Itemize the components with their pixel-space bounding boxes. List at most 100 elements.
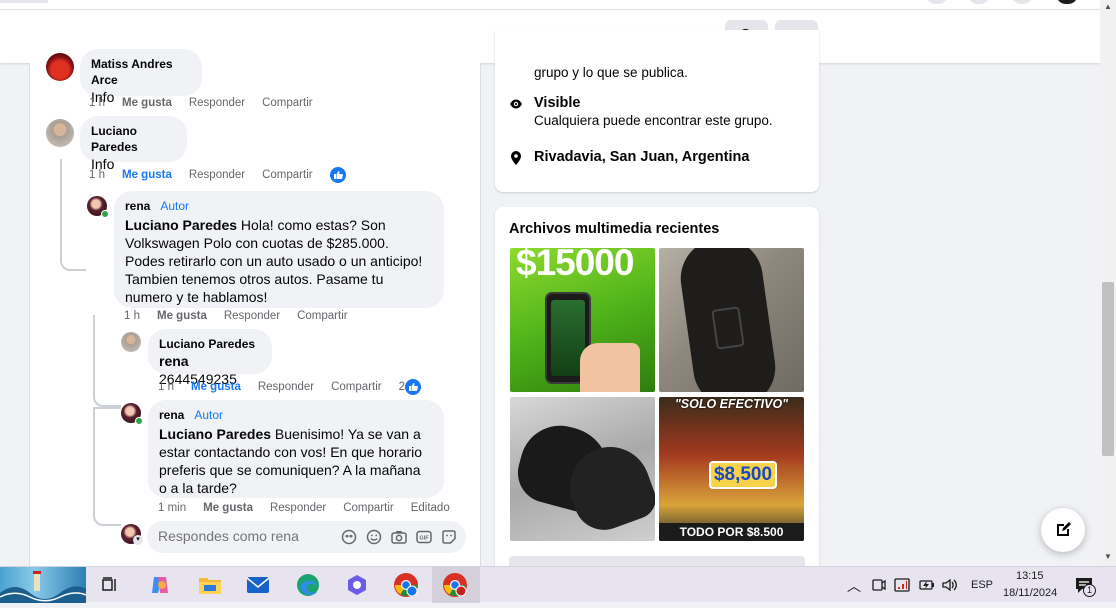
comment-time[interactable]: 1 h bbox=[89, 169, 105, 181]
like-reaction-icon[interactable] bbox=[405, 379, 421, 395]
mention-link[interactable]: Luciano Paredes bbox=[159, 426, 271, 442]
scroll-up-arrow[interactable]: ▲ bbox=[1104, 2, 1112, 11]
location-row: Rivadavia, San Juan, Argentina bbox=[509, 149, 749, 166]
comment-time[interactable]: 1 h bbox=[89, 97, 105, 109]
chevron-down-icon[interactable]: ▾ bbox=[133, 535, 143, 545]
comment-actions: 1 h Me gusta Responder Compartir bbox=[89, 167, 363, 183]
copilot-icon[interactable] bbox=[146, 571, 174, 599]
edge-browser-icon[interactable] bbox=[294, 571, 322, 599]
share-button[interactable]: Compartir bbox=[331, 381, 381, 393]
avatar-sticker-icon[interactable] bbox=[340, 528, 358, 546]
like-button[interactable]: Me gusta bbox=[122, 97, 172, 109]
reply-button[interactable]: Responder bbox=[189, 97, 245, 109]
camera-icon[interactable] bbox=[390, 528, 408, 546]
shoe-detail bbox=[711, 306, 745, 350]
see-all-button[interactable] bbox=[509, 556, 805, 566]
like-button[interactable]: Me gusta bbox=[157, 310, 207, 322]
comment-time[interactable]: 1 h bbox=[158, 381, 174, 393]
location-text[interactable]: Rivadavia, San Juan, Argentina bbox=[534, 149, 749, 166]
thumb-up-shape bbox=[333, 171, 343, 179]
comment-time[interactable]: 1 min bbox=[158, 502, 186, 514]
thread-line bbox=[60, 159, 86, 271]
avatar[interactable] bbox=[46, 53, 74, 81]
edited-label[interactable]: Editado bbox=[411, 502, 450, 514]
reply-input[interactable] bbox=[158, 528, 328, 544]
author-badge: Autor bbox=[194, 408, 224, 422]
comment-time[interactable]: 1 h bbox=[124, 310, 140, 322]
notification-center-icon[interactable]: 1 bbox=[1074, 576, 1096, 599]
show-hidden-icons[interactable]: ︿ bbox=[847, 576, 861, 596]
clock-time[interactable]: 13:15 bbox=[1016, 570, 1044, 582]
comment-actions: 1 h Me gusta Responder Compartir 2 bbox=[158, 379, 421, 395]
folder-shape bbox=[199, 578, 221, 594]
hexagon-shape bbox=[348, 575, 366, 595]
sticker-icon[interactable] bbox=[440, 528, 458, 546]
avatar[interactable] bbox=[121, 332, 141, 352]
media-thumbnail[interactable]: $15000 bbox=[510, 248, 655, 392]
meet-icon[interactable] bbox=[871, 577, 887, 596]
reply-composer[interactable]: GIF bbox=[147, 521, 466, 553]
copilot-app-icon[interactable] bbox=[343, 571, 371, 599]
chrome-shape bbox=[443, 573, 467, 597]
page-scrollbar[interactable]: ▲ ▼ bbox=[1100, 0, 1116, 566]
like-button[interactable]: Me gusta bbox=[122, 169, 172, 181]
comment-author[interactable]: Matiss Andres Arce bbox=[91, 56, 190, 88]
avatar[interactable] bbox=[46, 119, 74, 147]
comment-author[interactable]: rena bbox=[125, 198, 150, 214]
thumbnail-caption: TODO POR $8.500 bbox=[659, 523, 804, 541]
new-message-button[interactable] bbox=[1041, 508, 1085, 552]
recent-media-card: Archivos multimedia recientes $15000 "SO… bbox=[495, 207, 819, 566]
network-icon[interactable] bbox=[894, 577, 910, 596]
chrome-profile-icon[interactable] bbox=[392, 571, 420, 599]
thread-line bbox=[93, 315, 121, 407]
clock-date[interactable]: 18/11/2024 bbox=[1003, 587, 1057, 599]
author-badge: Autor bbox=[160, 199, 190, 213]
share-button[interactable]: Compartir bbox=[262, 97, 312, 109]
gif-icon[interactable]: GIF bbox=[415, 528, 433, 546]
reply-button[interactable]: Responder bbox=[224, 310, 280, 322]
nav-icon-remnant[interactable] bbox=[968, 0, 990, 4]
nav-icon-remnant[interactable] bbox=[926, 0, 948, 4]
media-thumbnail[interactable] bbox=[659, 248, 804, 392]
scrollbar-thumb[interactable] bbox=[1102, 282, 1114, 456]
comment-bubble: Luciano Paredes rena 2644549235 bbox=[148, 329, 272, 387]
comment-bubble: rena Autor Luciano Paredes Buenisimo! Ya … bbox=[148, 400, 444, 498]
share-button[interactable]: Compartir bbox=[343, 502, 393, 514]
media-thumbnail[interactable]: "SOLO EFECTIVO" $8,500 TODO POR $8.500 bbox=[659, 397, 804, 541]
price-badge: $8,500 bbox=[709, 461, 777, 489]
mention-link[interactable]: rena bbox=[159, 353, 189, 369]
mail-icon[interactable] bbox=[244, 571, 272, 599]
scroll-down-arrow[interactable]: ▼ bbox=[1104, 552, 1112, 561]
comment-author[interactable]: rena bbox=[159, 407, 184, 423]
volume-icon[interactable] bbox=[941, 577, 959, 596]
reply-button[interactable]: Responder bbox=[189, 169, 245, 181]
speaker-shape bbox=[942, 578, 957, 592]
profile-avatar-remnant[interactable] bbox=[1056, 0, 1078, 4]
battery-icon[interactable] bbox=[918, 577, 936, 596]
task-view-icon[interactable] bbox=[96, 571, 124, 599]
visibility-title: Visible bbox=[534, 95, 581, 111]
thumbnail-caption: $15000 bbox=[516, 248, 634, 283]
share-button[interactable]: Compartir bbox=[262, 169, 312, 181]
language-indicator[interactable]: ESP bbox=[971, 579, 993, 591]
online-indicator bbox=[101, 210, 109, 218]
media-section-title: Archivos multimedia recientes bbox=[509, 221, 720, 237]
top-strip bbox=[0, 0, 1100, 10]
nav-icon-remnant[interactable] bbox=[1011, 0, 1033, 4]
waves-icon bbox=[0, 571, 87, 603]
file-explorer-icon[interactable] bbox=[196, 571, 224, 599]
mention-link[interactable]: Luciano Paredes bbox=[125, 217, 237, 233]
emoji-icon[interactable] bbox=[365, 528, 383, 546]
like-button[interactable]: Me gusta bbox=[203, 502, 253, 514]
widgets-weather-button[interactable] bbox=[0, 567, 87, 603]
chrome-active-icon[interactable] bbox=[441, 571, 469, 599]
share-button[interactable]: Compartir bbox=[297, 310, 347, 322]
reply-button[interactable]: Responder bbox=[258, 381, 314, 393]
like-button[interactable]: Me gusta bbox=[191, 381, 241, 393]
comment-author[interactable]: Luciano Paredes bbox=[159, 336, 255, 352]
like-reaction-icon[interactable] bbox=[329, 167, 346, 183]
reply-button[interactable]: Responder bbox=[270, 502, 326, 514]
media-thumbnail[interactable] bbox=[510, 397, 655, 541]
comment-actions: 1 min Me gusta Responder Compartir Edita… bbox=[158, 502, 467, 514]
comment-author[interactable]: Luciano Paredes bbox=[91, 123, 175, 155]
